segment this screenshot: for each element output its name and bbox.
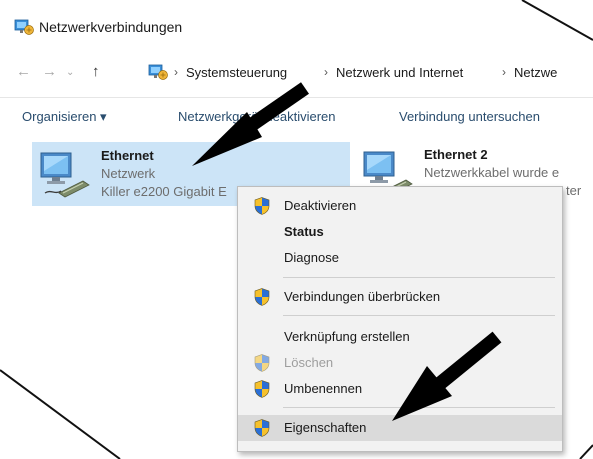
menu-item-label: Löschen	[284, 355, 334, 370]
network-connections-window: Netzwerkverbindungen ← → ⌄ ↑ › Systemste…	[0, 0, 593, 459]
uac-shield-icon	[254, 419, 270, 437]
menu-item-label: Verknüpfung erstellen	[284, 329, 410, 344]
menu-item-diagnose[interactable]: Diagnose	[238, 245, 562, 271]
adapter-name: Ethernet 2	[424, 147, 488, 162]
ethernet-adapter-icon	[39, 149, 91, 199]
adapter-name: Ethernet	[101, 148, 154, 163]
menu-item-label: Diagnose	[284, 250, 339, 265]
title-bar: Netzwerkverbindungen	[0, 0, 593, 52]
forward-arrow-icon[interactable]: →	[42, 63, 57, 80]
uac-shield-icon	[254, 354, 270, 372]
organize-button[interactable]: Organisieren ▾	[22, 109, 107, 125]
adapter-status: Netzwerk	[101, 166, 156, 181]
menu-separator	[283, 277, 555, 278]
menu-item-label: Verbindungen überbrücken	[284, 289, 441, 304]
menu-item-verknuepfung-erstellen[interactable]: Verknüpfung erstellen	[238, 324, 562, 350]
menu-item-verbindungen-ueberbruecken[interactable]: Verbindungen überbrücken	[238, 284, 562, 310]
diagnose-connection-button[interactable]: Verbindung untersuchen	[399, 109, 540, 124]
menu-separator	[283, 407, 555, 408]
window-title: Netzwerkverbindungen	[39, 19, 183, 35]
menu-item-label: Status	[284, 224, 324, 239]
breadcrumb-separator: ›	[174, 65, 178, 79]
chevron-down-icon[interactable]: ⌄	[66, 67, 74, 78]
menu-item-label: Deaktivieren	[284, 198, 357, 213]
adapter-device: Killer e2200 Gigabit E	[101, 184, 227, 199]
menu-item-eigenschaften[interactable]: Eigenschaften	[238, 415, 562, 441]
uac-shield-icon	[254, 380, 270, 398]
breadcrumb-separator: ›	[502, 65, 506, 79]
context-menu: Deaktivieren Status Diagnose Verbindunge…	[237, 186, 563, 452]
command-bar: Organisieren ▾ Netzwerkgerät deaktiviere…	[0, 100, 593, 130]
up-arrow-icon[interactable]: ↑	[92, 63, 100, 80]
control-panel-icon	[148, 63, 168, 81]
breadcrumb-netzwerk-und-internet[interactable]: Netzwerk und Internet	[336, 65, 463, 80]
breadcrumb-separator: ›	[324, 65, 328, 79]
toolbar-divider	[0, 97, 593, 98]
menu-item-loeschen[interactable]: Löschen	[238, 350, 562, 376]
back-arrow-icon[interactable]: ←	[16, 63, 31, 80]
network-folder-icon	[14, 18, 34, 36]
breadcrumb-systemsteuerung[interactable]: Systemsteuerung	[186, 65, 287, 80]
breadcrumb-netzwerkverbindungen[interactable]: Netzwe	[514, 65, 557, 80]
menu-separator	[283, 315, 555, 316]
menu-item-umbenennen[interactable]: Umbenennen	[238, 376, 562, 402]
uac-shield-icon	[254, 288, 270, 306]
menu-item-label: Eigenschaften	[284, 420, 367, 435]
adapter-device: ter	[566, 183, 582, 198]
uac-shield-icon	[254, 197, 270, 215]
disable-device-button[interactable]: Netzwerkgerät deaktivieren	[178, 109, 336, 124]
address-bar: ← → ⌄ ↑ › Systemsteuerung › Netzwerk und…	[0, 55, 593, 89]
menu-item-status[interactable]: Status	[238, 219, 562, 245]
adapter-status: Netzwerkkabel wurde e	[424, 165, 560, 180]
menu-item-label: Umbenennen	[284, 381, 363, 396]
menu-item-deaktivieren[interactable]: Deaktivieren	[238, 193, 562, 219]
